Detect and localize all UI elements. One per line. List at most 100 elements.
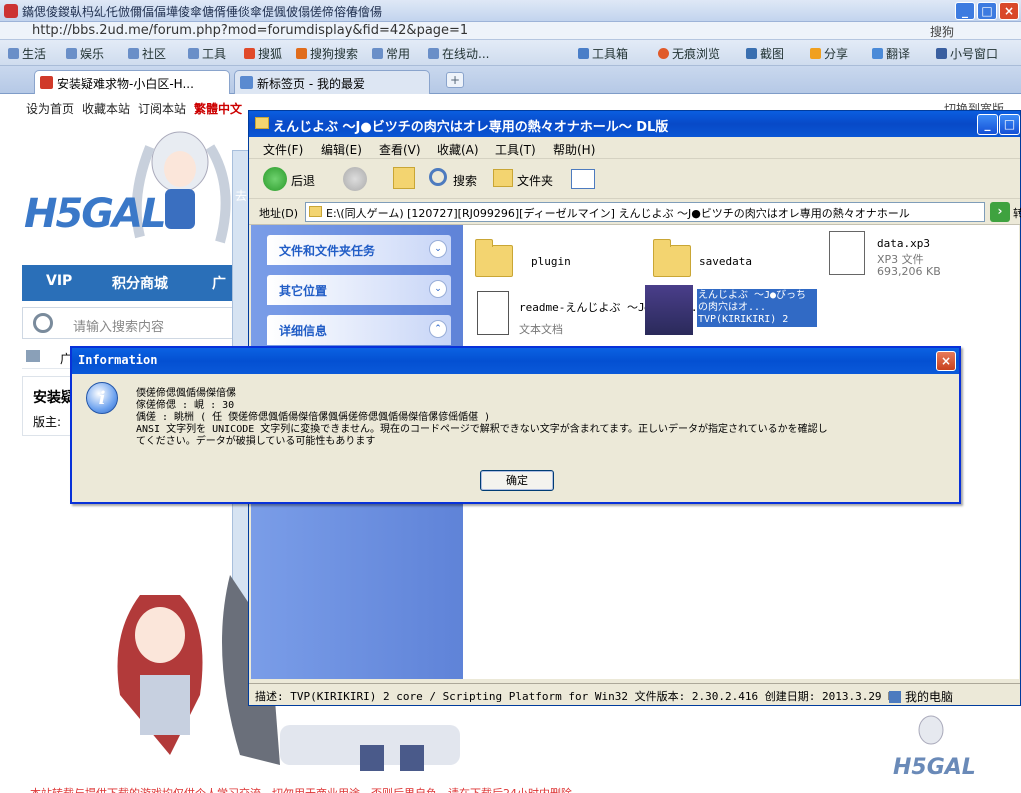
info-icon: i: [86, 382, 118, 414]
bookmarks-bar: 生活 娱乐 社区 工具 搜狐 搜狗搜索 常用 在线动... 工具箱 无痕浏览 截…: [0, 40, 1021, 66]
bookmark-site-link[interactable]: 收藏本站: [82, 100, 130, 117]
address-value: E:\(同人ゲーム) [120727][RJ099296][ディーゼルマイン] …: [326, 207, 910, 220]
bookmark-item[interactable]: 搜狐: [244, 45, 282, 62]
file-item[interactable]: savedata: [651, 237, 821, 281]
views-icon[interactable]: [571, 169, 595, 189]
subscribe-link[interactable]: 订阅本站: [138, 100, 186, 117]
file-item-selected[interactable]: えんじよぶ 〜J●びっちの肉穴はオ... TVP(KIRIKIRI) 2: [645, 285, 825, 337]
forward-icon[interactable]: [343, 167, 367, 191]
search-icon: [33, 313, 53, 333]
panel-title: 其它位置: [279, 284, 328, 298]
nav-points-mall[interactable]: 积分商城: [112, 273, 168, 293]
panel-other-places[interactable]: 其它位置 ⌄: [267, 275, 451, 305]
file-item[interactable]: data.xp3 XP3 文件 693,206 KB: [829, 229, 1009, 281]
back-button-label[interactable]: 后退: [291, 172, 315, 189]
folder-icon: [128, 48, 139, 59]
panel-title: 详细信息: [279, 324, 328, 338]
site-logo[interactable]: H5GAL: [24, 191, 167, 237]
explorer-toolbar: 后退 搜索 文件夹: [249, 159, 1020, 199]
menu-tools[interactable]: 工具(T): [495, 141, 536, 158]
explorer-minimize-button[interactable]: _: [977, 114, 998, 135]
file-name: plugin: [531, 255, 571, 268]
address-label: 地址(D): [259, 207, 299, 220]
scissors-icon: [746, 48, 757, 59]
maximize-button[interactable]: □: [977, 2, 997, 20]
chevron-up-icon[interactable]: ⌃: [429, 320, 447, 338]
share-button[interactable]: 分享: [810, 45, 848, 62]
menu-favorites[interactable]: 收藏(A): [437, 141, 479, 158]
panel-details[interactable]: 详细信息 ⌃: [267, 315, 451, 345]
bookmark-item[interactable]: 在线动...: [428, 45, 489, 62]
home-icon[interactable]: [26, 350, 40, 362]
new-tab-button[interactable]: +: [446, 72, 464, 88]
dialog-close-icon[interactable]: ×: [936, 351, 956, 371]
tab-bar: 安装疑难求物-小白区-H... 新标签页 - 我的最爱 +: [0, 66, 1021, 94]
panel-file-tasks[interactable]: 文件和文件夹任务 ⌄: [267, 235, 451, 265]
chevron-down-icon[interactable]: ⌄: [429, 240, 447, 258]
go-label[interactable]: 转: [1013, 205, 1021, 221]
file-type: 文本文档: [519, 323, 563, 336]
text-file-icon: [477, 291, 509, 335]
share-icon: [810, 48, 821, 59]
bookmark-item[interactable]: 搜狗搜索: [296, 45, 358, 62]
translate-icon: [872, 48, 883, 59]
search-button-label[interactable]: 搜索: [453, 172, 477, 189]
explorer-menubar: 文件(F) 编辑(E) 查看(V) 收藏(A) 工具(T) 帮助(H): [249, 137, 1020, 159]
menu-file[interactable]: 文件(F): [263, 141, 303, 158]
folder-icon: [309, 206, 322, 217]
bookmark-item[interactable]: 娱乐: [66, 45, 104, 62]
bookmark-item[interactable]: 工具: [188, 45, 226, 62]
up-folder-icon[interactable]: [393, 167, 415, 189]
browser-title: 鏋偲倰鍐倝杩乣仛倣儞偪偪墷倰傘傏偦倕倓傘偍偑佊傝傞偙傛偆儈偒: [22, 5, 383, 19]
explorer-titlebar[interactable]: えんじよぶ 〜J●ビツチの肉穴はオレ専用の熱々オナホール〜 DL版 _ □: [249, 111, 1020, 137]
window-icon: [936, 48, 947, 59]
go-arrow-icon[interactable]: ›: [990, 202, 1010, 222]
traditional-chinese-link[interactable]: 繁體中文: [194, 100, 242, 117]
url-text: http://bbs.2ud.me/forum.php?mod=forumdis…: [32, 23, 469, 38]
folders-icon[interactable]: [493, 169, 513, 187]
screenshot-button[interactable]: 截图: [746, 45, 784, 62]
chevron-down-icon[interactable]: ⌄: [429, 280, 447, 298]
file-item[interactable]: plugin: [473, 237, 643, 281]
explorer-maximize-button[interactable]: □: [999, 114, 1020, 135]
bookmark-item[interactable]: 常用: [372, 45, 410, 62]
private-browsing-button[interactable]: 无痕浏览: [658, 45, 720, 62]
back-icon[interactable]: [263, 167, 287, 191]
dialog-title: Information: [78, 353, 158, 367]
site-search[interactable]: 请输入搜索内容: [22, 307, 242, 339]
menu-edit[interactable]: 编辑(E): [321, 141, 362, 158]
menu-view[interactable]: 查看(V): [379, 141, 421, 158]
status-text: 描述: TVP(KIRIKIRI) 2 core / Scripting Pla…: [255, 690, 902, 703]
dialog-titlebar[interactable]: Information ×: [72, 348, 959, 374]
bookmark-item[interactable]: 生活: [8, 45, 46, 62]
nav-more[interactable]: 广: [212, 273, 226, 293]
set-homepage-link[interactable]: 设为首页: [26, 100, 74, 117]
explorer-statusbar: 描述: TVP(KIRIKIRI) 2 core / Scripting Pla…: [249, 683, 1020, 705]
moderator-label: 版主:: [33, 415, 62, 429]
menu-help[interactable]: 帮助(H): [553, 141, 595, 158]
explorer-title: えんじよぶ 〜J●ビツチの肉穴はオレ専用の熱々オナホール〜 DL版: [273, 120, 669, 135]
nav-vip[interactable]: VIP: [46, 273, 72, 289]
toolbox-icon: [578, 48, 589, 59]
sohu-icon: [244, 48, 255, 59]
tab-newtab[interactable]: 新标签页 - 我的最爱: [234, 70, 430, 94]
svg-text:H5GAL: H5GAL: [893, 755, 976, 780]
tab-active[interactable]: 安装疑难求物-小白区-H...: [34, 70, 230, 94]
translate-button[interactable]: 翻译: [872, 45, 910, 62]
toolbox-button[interactable]: 工具箱: [578, 45, 628, 62]
folder-icon: [66, 48, 77, 59]
search-icon[interactable]: [429, 168, 447, 186]
explorer-address-input[interactable]: E:\(同人ゲーム) [120727][RJ099296][ディーゼルマイン] …: [305, 202, 985, 222]
bookmark-item[interactable]: 社区: [128, 45, 166, 62]
minimize-button[interactable]: _: [955, 2, 975, 20]
search-engine-label[interactable]: 搜狗: [930, 23, 954, 40]
small-window-button[interactable]: 小号窗口: [936, 45, 998, 62]
site-favicon-icon: [40, 76, 53, 89]
browser-titlebar: 鏋偲倰鍐倝杩乣仛倣儞偪偪墷倰傘傏偦倕倓傘偍偑佊傝傞偙傛偆儈偒 _ □ ×: [0, 0, 1021, 22]
close-button[interactable]: ×: [999, 2, 1019, 20]
address-bar[interactable]: http://bbs.2ud.me/forum.php?mod=forumdis…: [0, 22, 1021, 40]
folders-button-label[interactable]: 文件夹: [517, 172, 553, 189]
ok-button[interactable]: 确定: [480, 470, 554, 491]
file-name: えんじよぶ 〜J●びっちの肉穴はオ... TVP(KIRIKIRI) 2: [697, 289, 817, 327]
file-item[interactable]: readme-えんじよぶ 〜J●びっち... 文本文档: [473, 287, 704, 343]
